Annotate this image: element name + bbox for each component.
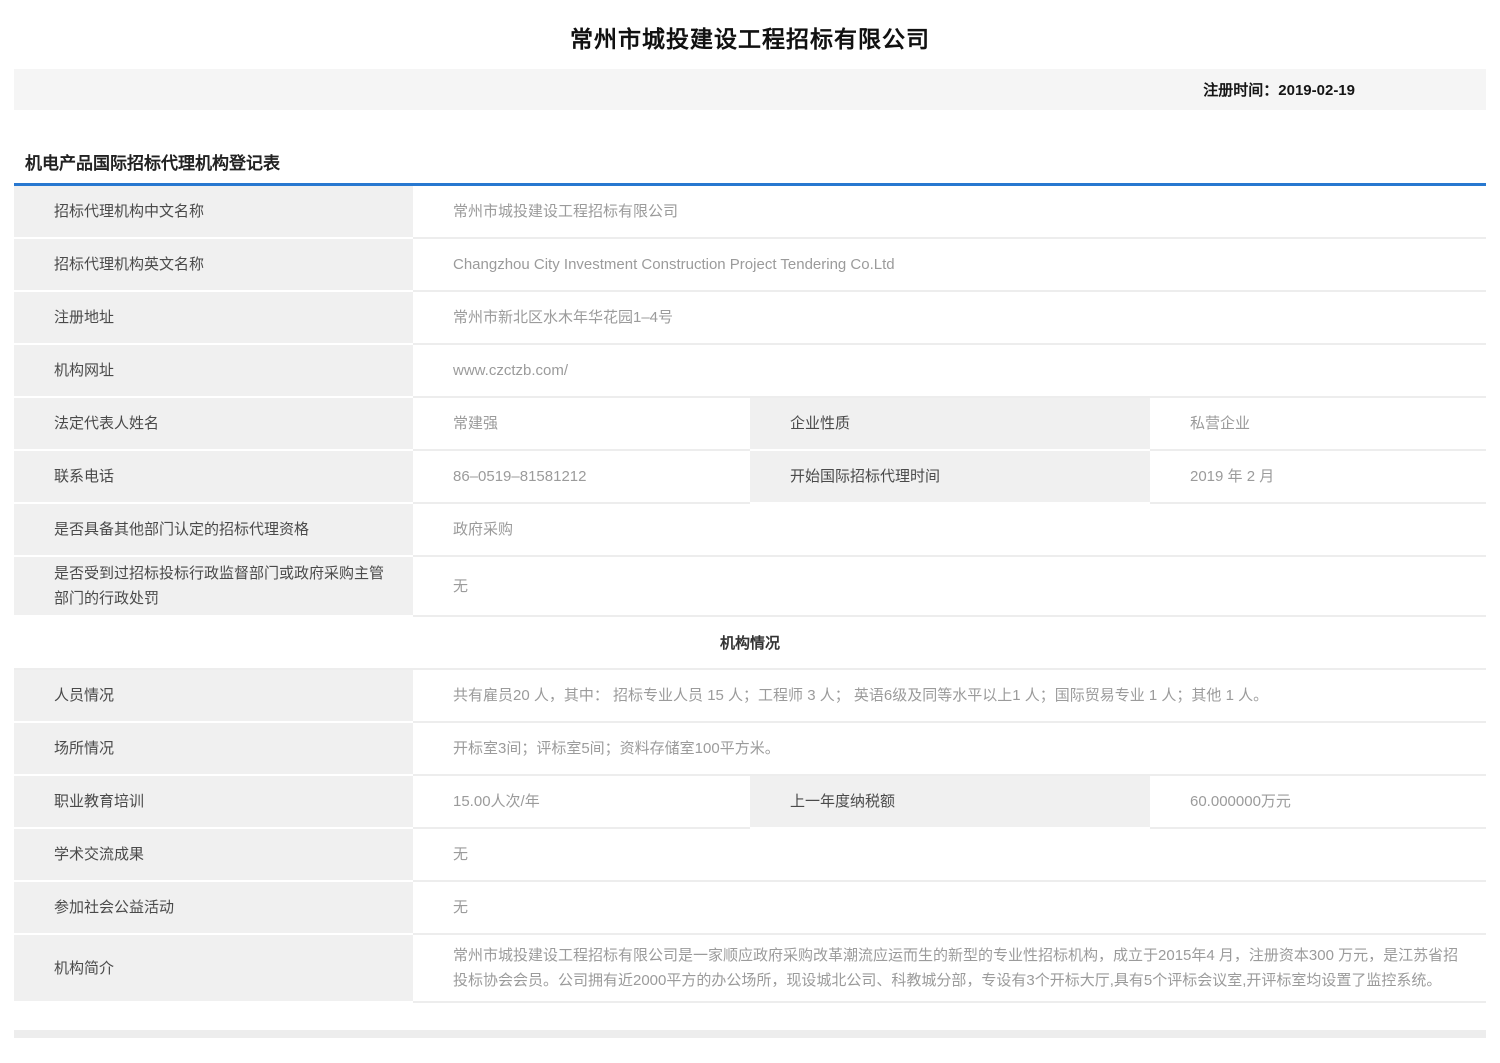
section-row-title: 机构情况	[14, 617, 1486, 670]
table-row: 招标代理机构英文名称 Changzhou City Investment Con…	[14, 239, 1486, 292]
table-row: 注册地址 常州市新北区水木年华花园1–4号	[14, 292, 1486, 345]
row-value: 无	[413, 829, 1486, 882]
table-row: 是否具备其他部门认定的招标代理资格 政府采购	[14, 504, 1486, 557]
table-row: 人员情况 共有雇员20 人，其中： 招标专业人员 15 人；工程师 3 人； 英…	[14, 670, 1486, 723]
register-time-bar: 注册时间：2019-02-19	[14, 69, 1486, 110]
row-label: 机构简介	[14, 935, 413, 1003]
register-time-text: 注册时间：2019-02-19	[1203, 79, 1355, 100]
row-value: 无	[413, 882, 1486, 935]
row-value: Changzhou City Investment Construction P…	[413, 239, 1486, 292]
row-value: 政府采购	[413, 504, 1486, 557]
section-title: 机电产品国际招标代理机构登记表	[25, 149, 1486, 174]
table-row: 学术交流成果 无	[14, 829, 1486, 882]
row-label: 参加社会公益活动	[14, 882, 413, 935]
row-label: 招标代理机构英文名称	[14, 239, 413, 292]
row-label: 开始国际招标代理时间	[750, 451, 1150, 504]
page-container: 常州市城投建设工程招标有限公司 注册时间：2019-02-19 机电产品国际招标…	[14, 0, 1486, 1038]
row-label: 人员情况	[14, 670, 413, 723]
row-label: 是否具备其他部门认定的招标代理资格	[14, 504, 413, 557]
row-label: 法定代表人姓名	[14, 398, 413, 451]
row-label: 企业性质	[750, 398, 1150, 451]
next-section-bar	[14, 1030, 1486, 1038]
row-label: 是否受到过招标投标行政监督部门或政府采购主管部门的行政处罚	[14, 557, 413, 617]
table-row: 联系电话 86–0519–81581212 开始国际招标代理时间 2019 年 …	[14, 451, 1486, 504]
table-row: 场所情况 开标室3间；评标室5间；资料存储室100平方米。	[14, 723, 1486, 776]
table-row: 职业教育培训 15.00人次/年 上一年度纳税额 60.000000万元	[14, 776, 1486, 829]
row-label: 联系电话	[14, 451, 413, 504]
table-section-row: 机构情况	[14, 617, 1486, 670]
row-value: 60.000000万元	[1150, 776, 1486, 829]
row-label: 职业教育培训	[14, 776, 413, 829]
table-row: 机构简介 常州市城投建设工程招标有限公司是一家顺应政府采购改革潮流应运而生的新型…	[14, 935, 1486, 1003]
table-row: 参加社会公益活动 无	[14, 882, 1486, 935]
table-row: 是否受到过招标投标行政监督部门或政府采购主管部门的行政处罚 无	[14, 557, 1486, 617]
row-label: 学术交流成果	[14, 829, 413, 882]
row-label: 注册地址	[14, 292, 413, 345]
table-row: 法定代表人姓名 常建强 企业性质 私营企业	[14, 398, 1486, 451]
registration-table: 招标代理机构中文名称 常州市城投建设工程招标有限公司 招标代理机构英文名称 Ch…	[14, 183, 1486, 1003]
table-row: 机构网址 www.czctzb.com/	[14, 345, 1486, 398]
table-row: 招标代理机构中文名称 常州市城投建设工程招标有限公司	[14, 186, 1486, 239]
row-value: 常建强	[413, 398, 750, 451]
row-value: 86–0519–81581212	[413, 451, 750, 504]
row-value: 私营企业	[1150, 398, 1486, 451]
row-label: 机构网址	[14, 345, 413, 398]
row-label: 场所情况	[14, 723, 413, 776]
row-value: www.czctzb.com/	[413, 345, 1486, 398]
row-value: 开标室3间；评标室5间；资料存储室100平方米。	[413, 723, 1486, 776]
row-value: 常州市新北区水木年华花园1–4号	[413, 292, 1486, 345]
row-value: 15.00人次/年	[413, 776, 750, 829]
page-title: 常州市城投建设工程招标有限公司	[14, 0, 1486, 69]
row-label: 上一年度纳税额	[750, 776, 1150, 829]
row-label: 招标代理机构中文名称	[14, 186, 413, 239]
row-value: 无	[413, 557, 1486, 617]
row-value: 2019 年 2 月	[1150, 451, 1486, 504]
row-value: 共有雇员20 人，其中： 招标专业人员 15 人；工程师 3 人； 英语6级及同…	[413, 670, 1486, 723]
row-value: 常州市城投建设工程招标有限公司	[413, 186, 1486, 239]
row-value: 常州市城投建设工程招标有限公司是一家顺应政府采购改革潮流应运而生的新型的专业性招…	[413, 935, 1486, 1003]
